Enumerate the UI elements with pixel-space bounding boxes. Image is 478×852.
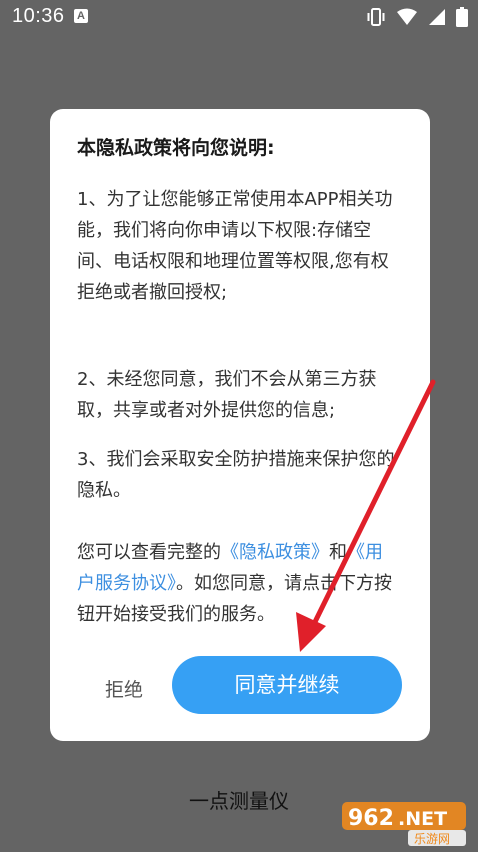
- notice-and: 和: [329, 542, 347, 563]
- policy-notice: 您可以查看完整的《隐私政策》和《用户服务协议》。如您同意，请点击下方按钮开始接受…: [77, 537, 397, 630]
- agree-continue-button[interactable]: 同意并继续: [172, 656, 402, 714]
- permission-paragraph: 1、为了让您能够正常使用本APP相关功能，我们将向你申请以下权限:存储空间、电话…: [77, 189, 393, 303]
- dialog-title: 本隐私政策将向您说明:: [77, 137, 275, 159]
- battery-icon: [456, 7, 468, 27]
- vibrate-icon: [367, 8, 385, 26]
- watermark-site-text: 乐游网: [414, 832, 450, 846]
- privacy-policy-link[interactable]: 《隐私政策》: [221, 542, 329, 563]
- status-time: 10:36: [12, 5, 65, 27]
- status-bar: 10:36 A: [0, 0, 478, 34]
- watermark-logo: 962 .NET 乐游网: [342, 800, 472, 848]
- signal-icon: [429, 9, 445, 25]
- notice-prefix: 您可以查看完整的: [77, 542, 221, 563]
- wifi-icon: [397, 8, 417, 25]
- watermark-number: 962: [348, 806, 394, 831]
- watermark-dot-net: .NET: [398, 808, 447, 830]
- privacy-dialog: 本隐私政策将向您说明: 1、为了让您能够正常使用本APP相关功能，我们将向你申请…: [50, 109, 430, 741]
- sharing-paragraph: 2、未经您同意，我们不会从第三方获取，共享或者对外提供您的信息;: [77, 369, 377, 421]
- notification-icon: A: [74, 9, 88, 23]
- refuse-button[interactable]: 拒绝: [105, 675, 143, 702]
- status-icons: [366, 6, 468, 28]
- security-paragraph: 3、我们会采取安全防护措施来保护您的隐私。: [77, 449, 395, 501]
